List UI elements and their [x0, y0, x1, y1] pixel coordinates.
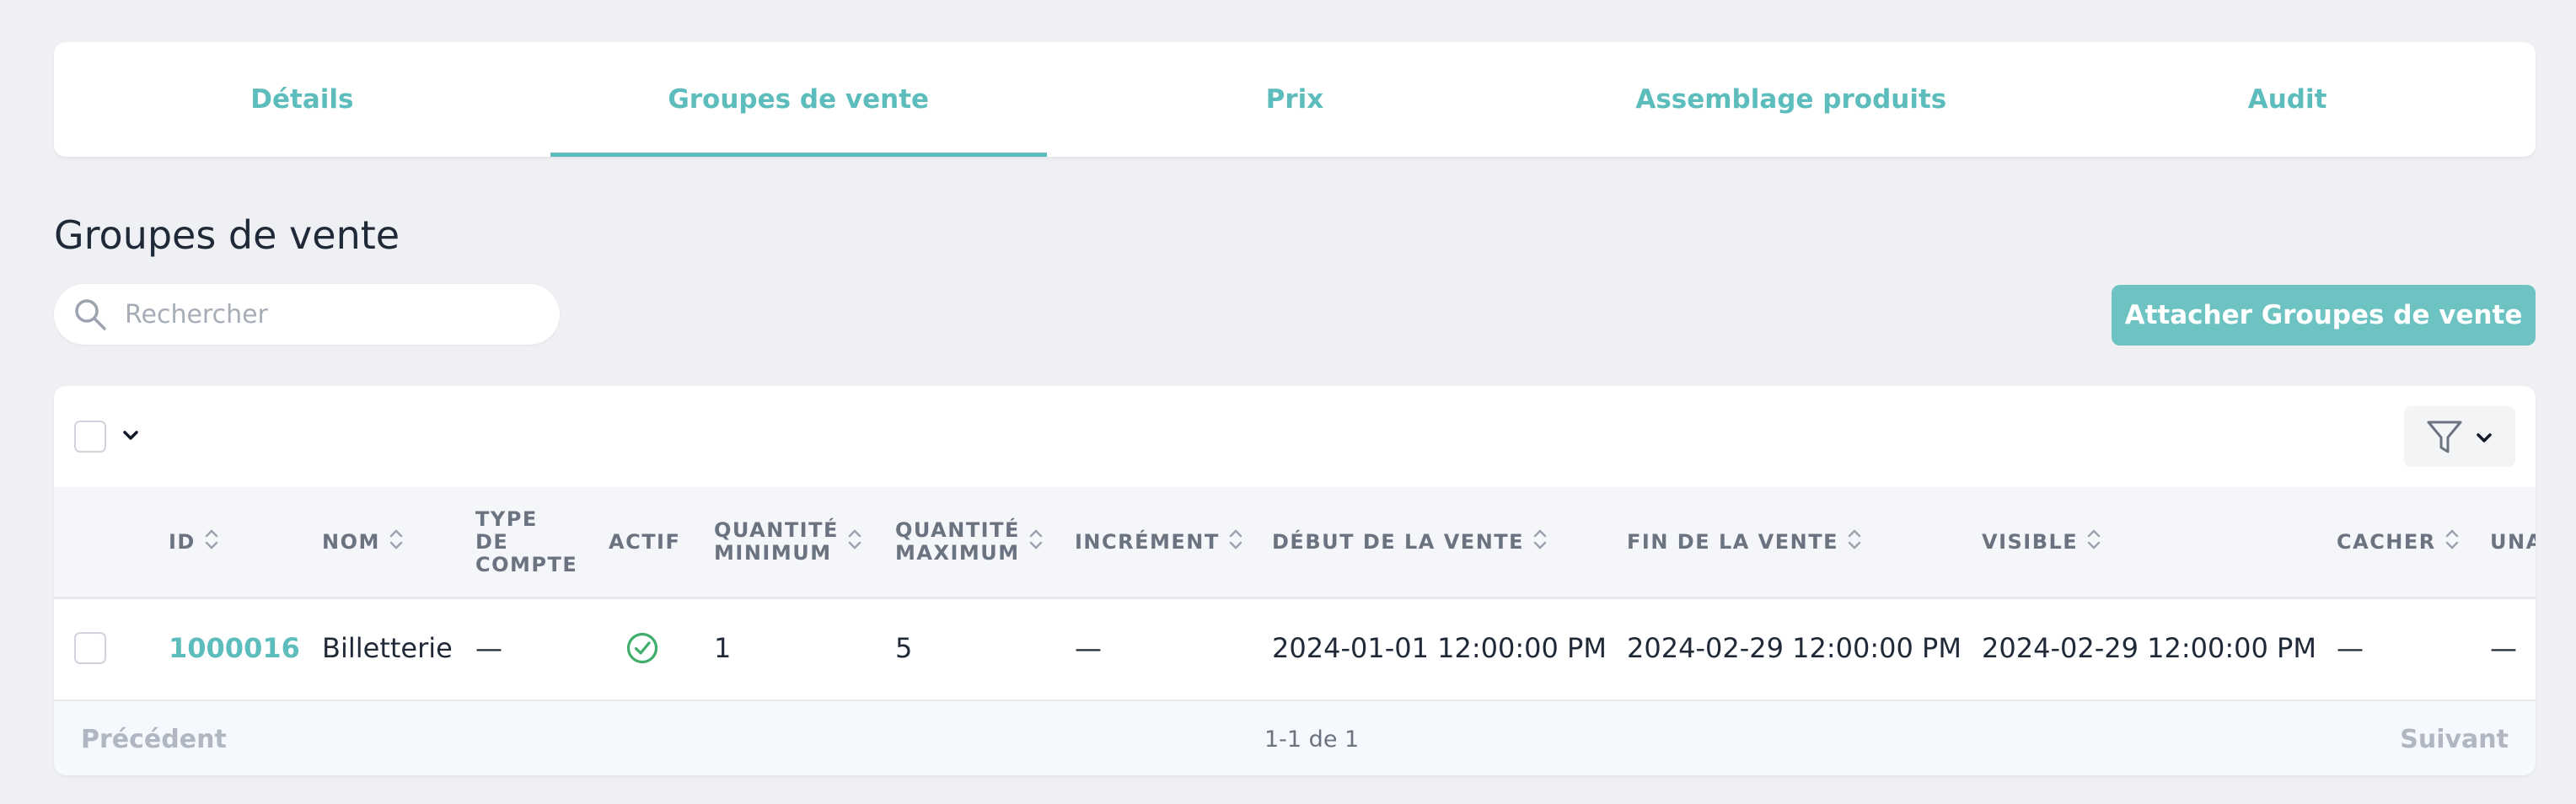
- cell-cacher: —: [2337, 632, 2364, 664]
- tab-label: Détails: [250, 84, 354, 115]
- column-header-actif: ACTIF: [609, 487, 680, 597]
- cell-fin: 2024-02-29 12:00:00 PM: [1627, 632, 1962, 664]
- tab-bar: Détails Groupes de vente Prix Assemblage…: [54, 42, 2536, 157]
- column-header-label: CACHER: [2337, 529, 2436, 554]
- column-header-id[interactable]: ID: [169, 487, 219, 597]
- sort-icon[interactable]: [389, 528, 404, 556]
- sort-icon[interactable]: [204, 528, 219, 556]
- sort-icon[interactable]: [2445, 528, 2460, 556]
- column-header-label: FIN DE LA VENTE: [1627, 529, 1838, 554]
- column-header-label: DÉBUT DE LA VENTE: [1272, 529, 1525, 554]
- sort-icon[interactable]: [1228, 528, 1243, 556]
- column-header-label: TYPE DE COMPTE: [475, 507, 578, 576]
- column-header-visible[interactable]: VISIBLE: [1982, 487, 2101, 597]
- check-circle-icon: [626, 632, 658, 664]
- resource-table-card: ID NOM TYPE DE COMPTE ACTIF QUANTITÉ MINIMUM…: [54, 386, 2536, 775]
- active-status: [625, 597, 659, 699]
- column-header-label: VISIBLE: [1982, 529, 2079, 554]
- previous-page-button[interactable]: Précédent: [81, 701, 227, 775]
- column-header-label: INCRÉMENT: [1075, 529, 1220, 554]
- tab-details[interactable]: Détails: [54, 42, 550, 157]
- pagination: Précédent 1-1 de 1 Suivant: [54, 699, 2536, 775]
- sort-icon[interactable]: [847, 528, 862, 556]
- cell-id[interactable]: 1000016: [169, 597, 300, 699]
- tab-label: Prix: [1265, 84, 1324, 115]
- cell-nom: Billetterie: [322, 632, 453, 664]
- cell-qmax: 5: [895, 632, 913, 664]
- chevron-down-icon: [2477, 433, 2492, 442]
- search-icon: [75, 299, 106, 330]
- column-header-fin[interactable]: FIN DE LA VENTE: [1627, 487, 1862, 597]
- sort-icon[interactable]: [1847, 528, 1862, 556]
- column-header-type: TYPE DE COMPTE: [475, 487, 577, 597]
- cell-visible: 2024-02-29 12:00:00 PM: [1982, 632, 2316, 664]
- chevron-down-icon[interactable]: [121, 426, 140, 445]
- attach-sales-groups-button[interactable]: Attacher Groupes de vente: [2112, 285, 2536, 346]
- tab-groupes-de-vente[interactable]: Groupes de vente: [550, 42, 1047, 157]
- search-box: [54, 284, 560, 345]
- tab-label: Assemblage produits: [1635, 84, 1947, 115]
- cell-incr: —: [1075, 632, 1102, 664]
- sort-icon[interactable]: [1532, 528, 1548, 556]
- sort-icon[interactable]: [2086, 528, 2101, 556]
- tab-label: Audit: [2247, 84, 2327, 115]
- filter-icon: [2427, 421, 2462, 453]
- select-all-checkbox[interactable]: [74, 421, 106, 453]
- cell-type: —: [475, 632, 502, 664]
- column-header-label: ACTIF: [609, 529, 681, 554]
- section-title: Groupes de vente: [54, 212, 400, 258]
- table-header: ID NOM TYPE DE COMPTE ACTIF QUANTITÉ MINIMUM…: [54, 487, 2536, 599]
- column-header-label: UNA: [2490, 529, 2536, 554]
- tab-label: Groupes de vente: [668, 84, 930, 115]
- column-header-label: NOM: [322, 529, 380, 554]
- column-header-cacher[interactable]: CACHER: [2337, 487, 2460, 597]
- cell-qmin: 1: [714, 632, 732, 664]
- tab-audit[interactable]: Audit: [2039, 42, 2536, 157]
- column-header-incr[interactable]: INCRÉMENT: [1075, 487, 1243, 597]
- column-header-label: QUANTITÉ MAXIMUM: [895, 518, 1020, 565]
- column-header-nom[interactable]: NOM: [322, 487, 404, 597]
- search-input[interactable]: [123, 298, 531, 330]
- sort-icon[interactable]: [1028, 528, 1044, 556]
- column-header-label: ID: [169, 529, 196, 554]
- column-header-una: UNA: [2490, 487, 2536, 597]
- tab-prix[interactable]: Prix: [1047, 42, 1543, 157]
- tab-assemblage-produits[interactable]: Assemblage produits: [1543, 42, 2039, 157]
- table-toolbar: [54, 386, 2536, 489]
- column-header-label: QUANTITÉ MINIMUM: [714, 518, 839, 565]
- column-header-debut[interactable]: DÉBUT DE LA VENTE: [1272, 487, 1548, 597]
- filter-button[interactable]: [2404, 406, 2515, 467]
- cell-una: —: [2490, 632, 2517, 664]
- cell-debut: 2024-01-01 12:00:00 PM: [1272, 632, 1607, 664]
- column-header-qmax[interactable]: QUANTITÉ MAXIMUM: [895, 487, 1044, 597]
- row-checkbox[interactable]: [74, 632, 106, 664]
- next-page-button[interactable]: Suivant: [2400, 701, 2509, 775]
- column-header-qmin[interactable]: QUANTITÉ MINIMUM: [714, 487, 862, 597]
- pagination-info: 1-1 de 1: [1264, 726, 1360, 753]
- table-row: 1000016 Billetterie — 1 5 — 2024-01-01 12:00:0…: [54, 597, 2536, 699]
